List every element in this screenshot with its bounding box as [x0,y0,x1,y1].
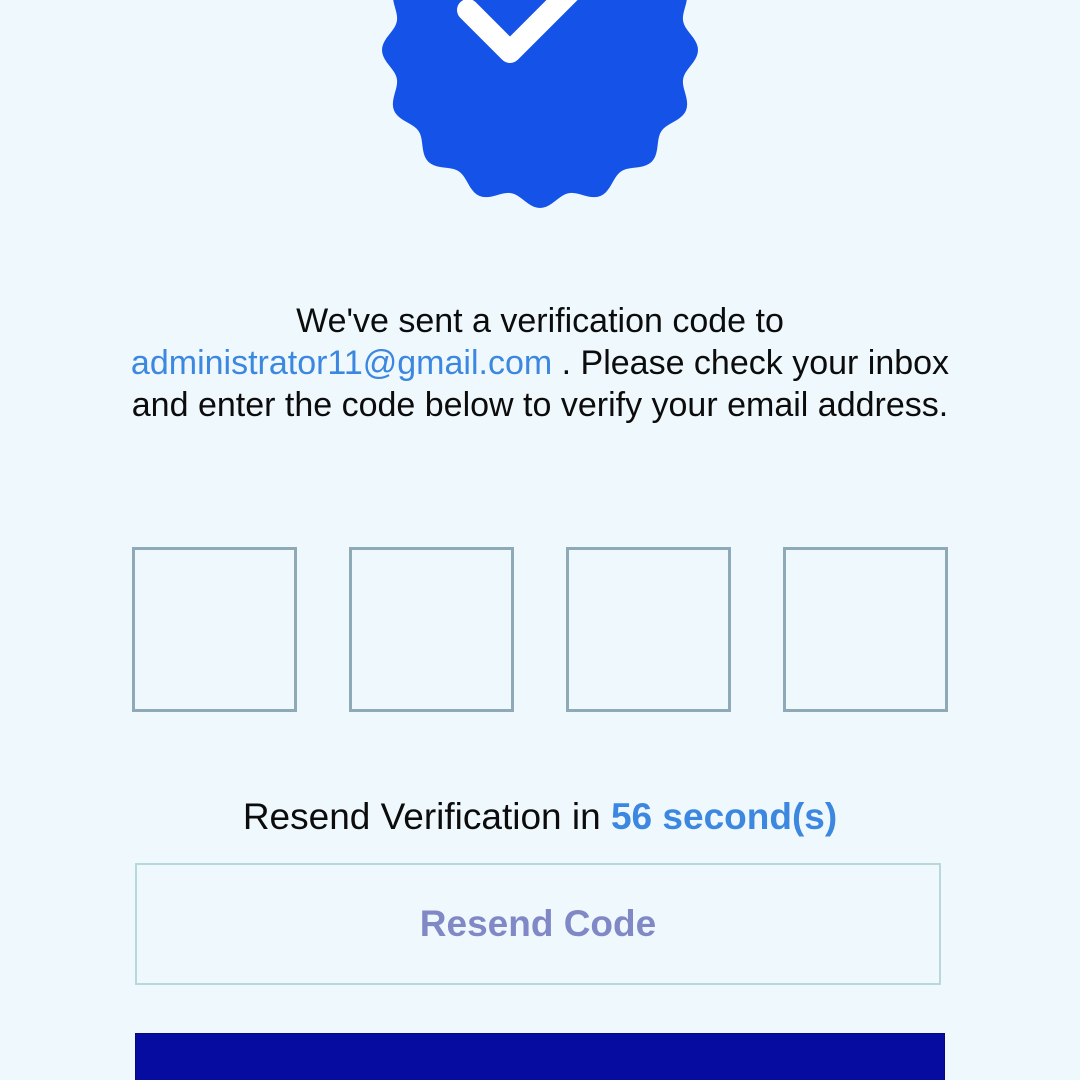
code-digit-3[interactable] [566,547,731,712]
message-prefix: We've sent a verification code to [296,302,784,340]
verification-message: We've sent a verification code to admini… [130,300,950,426]
resend-code-button[interactable]: Resend Code [135,863,941,985]
resend-timer-label: Resend Verification in [242,796,601,837]
email-address-link[interactable]: administrator11@gmail.com [131,344,552,382]
resend-timer: Resend Verification in 56 second(s) [0,794,1080,840]
resend-countdown: 56 second(s) [610,796,838,837]
verified-badge-icon [382,0,698,208]
verification-screen: We've sent a verification code to admini… [0,0,1080,1080]
code-input-group [132,547,948,712]
code-digit-1[interactable] [132,547,297,712]
code-digit-4[interactable] [783,547,948,712]
code-digit-2[interactable] [349,547,514,712]
verify-button[interactable] [135,1033,945,1080]
